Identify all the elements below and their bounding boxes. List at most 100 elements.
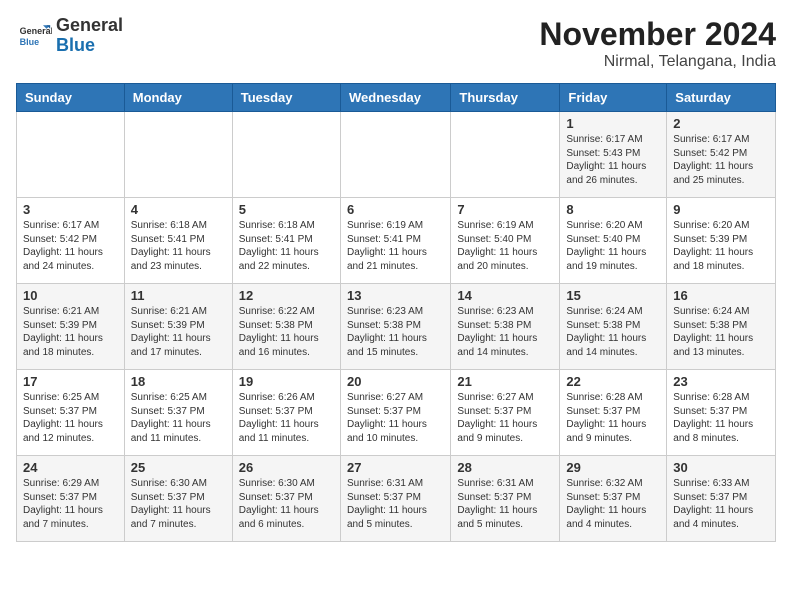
day-info: Sunrise: 6:33 AM Sunset: 5:37 PM Dayligh… xyxy=(673,477,769,531)
calendar-cell: 5Sunrise: 6:18 AM Sunset: 5:41 PM Daylig… xyxy=(232,198,340,284)
day-number: 21 xyxy=(457,374,553,389)
calendar-body: 1Sunrise: 6:17 AM Sunset: 5:43 PM Daylig… xyxy=(17,112,776,542)
calendar-cell: 9 Sunrise: 6:20 AM Sunset: 5:39 PM Daylig… xyxy=(667,198,776,284)
calendar-cell: 18Sunrise: 6:25 AM Sunset: 5:37 PM Dayli… xyxy=(124,370,232,456)
day-number: 15 xyxy=(566,288,660,303)
calendar-cell xyxy=(124,112,232,198)
calendar-cell: 12Sunrise: 6:22 AM Sunset: 5:38 PM Dayli… xyxy=(232,284,340,370)
day-info: Sunrise: 6:27 AM Sunset: 5:37 PM Dayligh… xyxy=(457,391,553,445)
logo-text: General Blue xyxy=(56,16,123,56)
day-info: Sunrise: 6:21 AM Sunset: 5:39 PM Dayligh… xyxy=(131,305,226,359)
calendar-cell: 1Sunrise: 6:17 AM Sunset: 5:43 PM Daylig… xyxy=(560,112,667,198)
week-row-4: 17 Sunrise: 6:25 AM Sunset: 5:37 PM Dayli… xyxy=(17,370,776,456)
calendar-cell: 30 Sunrise: 6:33 AM Sunset: 5:37 PM Dayli… xyxy=(667,456,776,542)
title-block: November 2024 Nirmal, Telangana, India xyxy=(539,16,776,71)
day-number: 14 xyxy=(457,288,553,303)
day-number: 13 xyxy=(347,288,444,303)
weekday-friday: Friday xyxy=(560,84,667,112)
calendar-cell: 22 Sunrise: 6:28 AM Sunset: 5:37 PM Dayli… xyxy=(560,370,667,456)
calendar-cell: 2 Sunrise: 6:17 AM Sunset: 5:42 PM Daylig… xyxy=(667,112,776,198)
day-info: Sunrise: 6:17 AM Sunset: 5:42 PM Dayligh… xyxy=(23,219,118,273)
page-header: General Blue General Blue November 2024 … xyxy=(16,16,776,71)
week-row-5: 24 Sunrise: 6:29 AM Sunset: 5:37 PM Dayli… xyxy=(17,456,776,542)
day-info: Sunrise: 6:29 AM Sunset: 5:37 PM Dayligh… xyxy=(23,477,118,531)
day-info: Sunrise: 6:20 AM Sunset: 5:39 PM Dayligh… xyxy=(673,219,769,273)
calendar-cell xyxy=(451,112,560,198)
calendar-table: SundayMondayTuesdayWednesdayThursdayFrid… xyxy=(16,83,776,542)
day-info: Sunrise: 6:23 AM Sunset: 5:38 PM Dayligh… xyxy=(457,305,553,359)
calendar-cell xyxy=(17,112,125,198)
calendar-cell xyxy=(232,112,340,198)
day-number: 26 xyxy=(239,460,334,475)
calendar-cell: 15Sunrise: 6:24 AM Sunset: 5:38 PM Dayli… xyxy=(560,284,667,370)
day-number: 3 xyxy=(23,202,118,217)
calendar-cell: 16 Sunrise: 6:24 AM Sunset: 5:38 PM Dayli… xyxy=(667,284,776,370)
day-info: Sunrise: 6:20 AM Sunset: 5:40 PM Dayligh… xyxy=(566,219,660,273)
svg-text:Blue: Blue xyxy=(20,37,40,47)
day-number: 6 xyxy=(347,202,444,217)
day-info: Sunrise: 6:30 AM Sunset: 5:37 PM Dayligh… xyxy=(131,477,226,531)
day-info: Sunrise: 6:23 AM Sunset: 5:38 PM Dayligh… xyxy=(347,305,444,359)
calendar-cell: 27 Sunrise: 6:31 AM Sunset: 5:37 PM Dayli… xyxy=(340,456,450,542)
weekday-wednesday: Wednesday xyxy=(340,84,450,112)
month-title: November 2024 xyxy=(539,16,776,53)
day-number: 23 xyxy=(673,374,769,389)
day-number: 24 xyxy=(23,460,118,475)
day-info: Sunrise: 6:31 AM Sunset: 5:37 PM Dayligh… xyxy=(457,477,553,531)
day-number: 20 xyxy=(347,374,444,389)
day-number: 27 xyxy=(347,460,444,475)
calendar-cell: 19Sunrise: 6:26 AM Sunset: 5:37 PM Dayli… xyxy=(232,370,340,456)
day-info: Sunrise: 6:17 AM Sunset: 5:42 PM Dayligh… xyxy=(673,133,769,187)
day-number: 18 xyxy=(131,374,226,389)
calendar-cell: 7 Sunrise: 6:19 AM Sunset: 5:40 PM Daylig… xyxy=(451,198,560,284)
weekday-sunday: Sunday xyxy=(17,84,125,112)
day-info: Sunrise: 6:22 AM Sunset: 5:38 PM Dayligh… xyxy=(239,305,334,359)
day-info: Sunrise: 6:21 AM Sunset: 5:39 PM Dayligh… xyxy=(23,305,118,359)
day-info: Sunrise: 6:28 AM Sunset: 5:37 PM Dayligh… xyxy=(566,391,660,445)
day-number: 22 xyxy=(566,374,660,389)
day-number: 2 xyxy=(673,116,769,131)
day-number: 30 xyxy=(673,460,769,475)
day-info: Sunrise: 6:30 AM Sunset: 5:37 PM Dayligh… xyxy=(239,477,334,531)
day-number: 17 xyxy=(23,374,118,389)
day-number: 9 xyxy=(673,202,769,217)
weekday-thursday: Thursday xyxy=(451,84,560,112)
day-info: Sunrise: 6:32 AM Sunset: 5:37 PM Dayligh… xyxy=(566,477,660,531)
day-number: 8 xyxy=(566,202,660,217)
day-info: Sunrise: 6:19 AM Sunset: 5:40 PM Dayligh… xyxy=(457,219,553,273)
logo: General Blue General Blue xyxy=(16,16,123,56)
day-number: 4 xyxy=(131,202,226,217)
weekday-saturday: Saturday xyxy=(667,84,776,112)
week-row-3: 10Sunrise: 6:21 AM Sunset: 5:39 PM Dayli… xyxy=(17,284,776,370)
weekday-tuesday: Tuesday xyxy=(232,84,340,112)
calendar-cell: 3 Sunrise: 6:17 AM Sunset: 5:42 PM Daylig… xyxy=(17,198,125,284)
calendar-cell: 25 Sunrise: 6:30 AM Sunset: 5:37 PM Dayli… xyxy=(124,456,232,542)
logo-icon: General Blue xyxy=(16,18,52,54)
calendar-cell: 28 Sunrise: 6:31 AM Sunset: 5:37 PM Dayli… xyxy=(451,456,560,542)
day-info: Sunrise: 6:19 AM Sunset: 5:41 PM Dayligh… xyxy=(347,219,444,273)
day-number: 25 xyxy=(131,460,226,475)
day-number: 19 xyxy=(239,374,334,389)
calendar-cell: 17 Sunrise: 6:25 AM Sunset: 5:37 PM Dayli… xyxy=(17,370,125,456)
weekday-header-row: SundayMondayTuesdayWednesdayThursdayFrid… xyxy=(17,84,776,112)
day-info: Sunrise: 6:25 AM Sunset: 5:37 PM Dayligh… xyxy=(23,391,118,445)
location: Nirmal, Telangana, India xyxy=(539,53,776,71)
day-number: 16 xyxy=(673,288,769,303)
calendar-cell: 8 Sunrise: 6:20 AM Sunset: 5:40 PM Daylig… xyxy=(560,198,667,284)
calendar-cell: 21 Sunrise: 6:27 AM Sunset: 5:37 PM Dayli… xyxy=(451,370,560,456)
calendar-cell: 14 Sunrise: 6:23 AM Sunset: 5:38 PM Dayli… xyxy=(451,284,560,370)
day-info: Sunrise: 6:27 AM Sunset: 5:37 PM Dayligh… xyxy=(347,391,444,445)
day-number: 5 xyxy=(239,202,334,217)
day-info: Sunrise: 6:18 AM Sunset: 5:41 PM Dayligh… xyxy=(131,219,226,273)
day-number: 28 xyxy=(457,460,553,475)
week-row-2: 3 Sunrise: 6:17 AM Sunset: 5:42 PM Daylig… xyxy=(17,198,776,284)
calendar-cell: 11Sunrise: 6:21 AM Sunset: 5:39 PM Dayli… xyxy=(124,284,232,370)
calendar-cell: 20 Sunrise: 6:27 AM Sunset: 5:37 PM Dayli… xyxy=(340,370,450,456)
day-number: 1 xyxy=(566,116,660,131)
day-info: Sunrise: 6:31 AM Sunset: 5:37 PM Dayligh… xyxy=(347,477,444,531)
day-info: Sunrise: 6:24 AM Sunset: 5:38 PM Dayligh… xyxy=(673,305,769,359)
day-number: 29 xyxy=(566,460,660,475)
calendar-cell: 10Sunrise: 6:21 AM Sunset: 5:39 PM Dayli… xyxy=(17,284,125,370)
weekday-monday: Monday xyxy=(124,84,232,112)
day-number: 7 xyxy=(457,202,553,217)
